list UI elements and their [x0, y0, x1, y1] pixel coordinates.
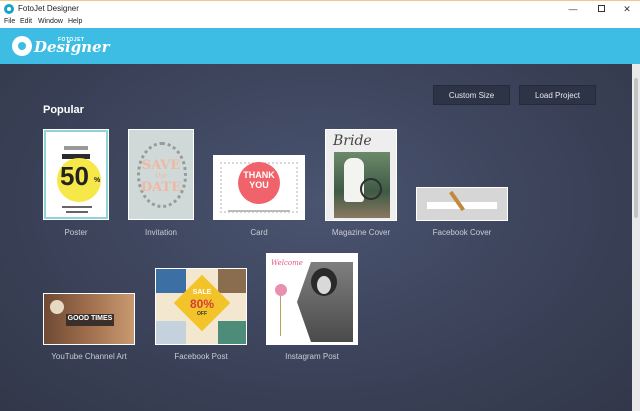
invitation-art-line1: SAVE: [141, 158, 181, 173]
template-label: Instagram Post: [285, 352, 339, 361]
magazine-art-word: Bride: [333, 133, 372, 149]
maximize-icon: [597, 5, 605, 12]
template-label: Facebook Cover: [432, 228, 492, 237]
poster-thumbnail[interactable]: 50 %: [43, 129, 109, 220]
instagram-thumbnail[interactable]: Welcome: [266, 253, 358, 345]
minimize-button[interactable]: —: [562, 2, 584, 16]
scrollbar[interactable]: [632, 64, 640, 411]
window-title: FotoJet Designer: [18, 4, 79, 13]
card-art-text: THANK YOU: [243, 170, 275, 190]
template-label: Magazine Cover: [331, 228, 391, 237]
facebook-post-thumbnail[interactable]: SALE 80% OFF: [155, 268, 247, 345]
menu-bar: File Edit Window Help: [0, 17, 640, 28]
template-label: YouTube Channel Art: [51, 352, 127, 361]
card-thumbnail[interactable]: THANK YOU: [213, 155, 305, 220]
poster-art-number: 50: [60, 161, 89, 191]
logo-text: Designer: [34, 38, 110, 56]
load-project-button[interactable]: Load Project: [519, 85, 596, 105]
invitation-art-line2: the: [155, 172, 167, 180]
youtube-art-text: GOOD TIMES: [67, 315, 113, 322]
instagram-art-welcome: Welcome: [271, 259, 303, 267]
maximize-button[interactable]: [590, 2, 612, 16]
section-title: Popular: [43, 104, 84, 116]
invitation-thumbnail[interactable]: SAVE the DATE: [128, 129, 194, 220]
custom-size-button[interactable]: Custom Size: [433, 85, 510, 105]
menu-file[interactable]: File: [4, 17, 15, 27]
template-label: Poster: [64, 228, 88, 237]
template-label: Card: [250, 228, 268, 237]
magazine-thumbnail[interactable]: Bride: [325, 129, 397, 221]
scrollbar-thumb[interactable]: [634, 78, 638, 218]
title-bar: FotoJet Designer — ✕: [0, 0, 640, 17]
app-icon: [4, 4, 14, 14]
poster-art-unit: %: [94, 177, 101, 184]
invitation-art-line3: DATE: [140, 180, 182, 195]
close-button[interactable]: ✕: [616, 2, 638, 16]
facebook-post-art-off: OFF: [197, 311, 207, 317]
template-label: Facebook Post: [174, 352, 228, 361]
facebook-cover-thumbnail[interactable]: [416, 187, 508, 221]
menu-window[interactable]: Window: [38, 17, 63, 27]
logo-icon: [12, 36, 32, 56]
menu-edit[interactable]: Edit: [20, 17, 32, 27]
template-label: Invitation: [144, 228, 178, 237]
menu-help[interactable]: Help: [68, 17, 82, 27]
youtube-thumbnail[interactable]: GOOD TIMES: [43, 293, 135, 345]
facebook-post-art-sale: SALE: [192, 289, 212, 296]
facebook-post-art-number: 80%: [189, 297, 215, 311]
